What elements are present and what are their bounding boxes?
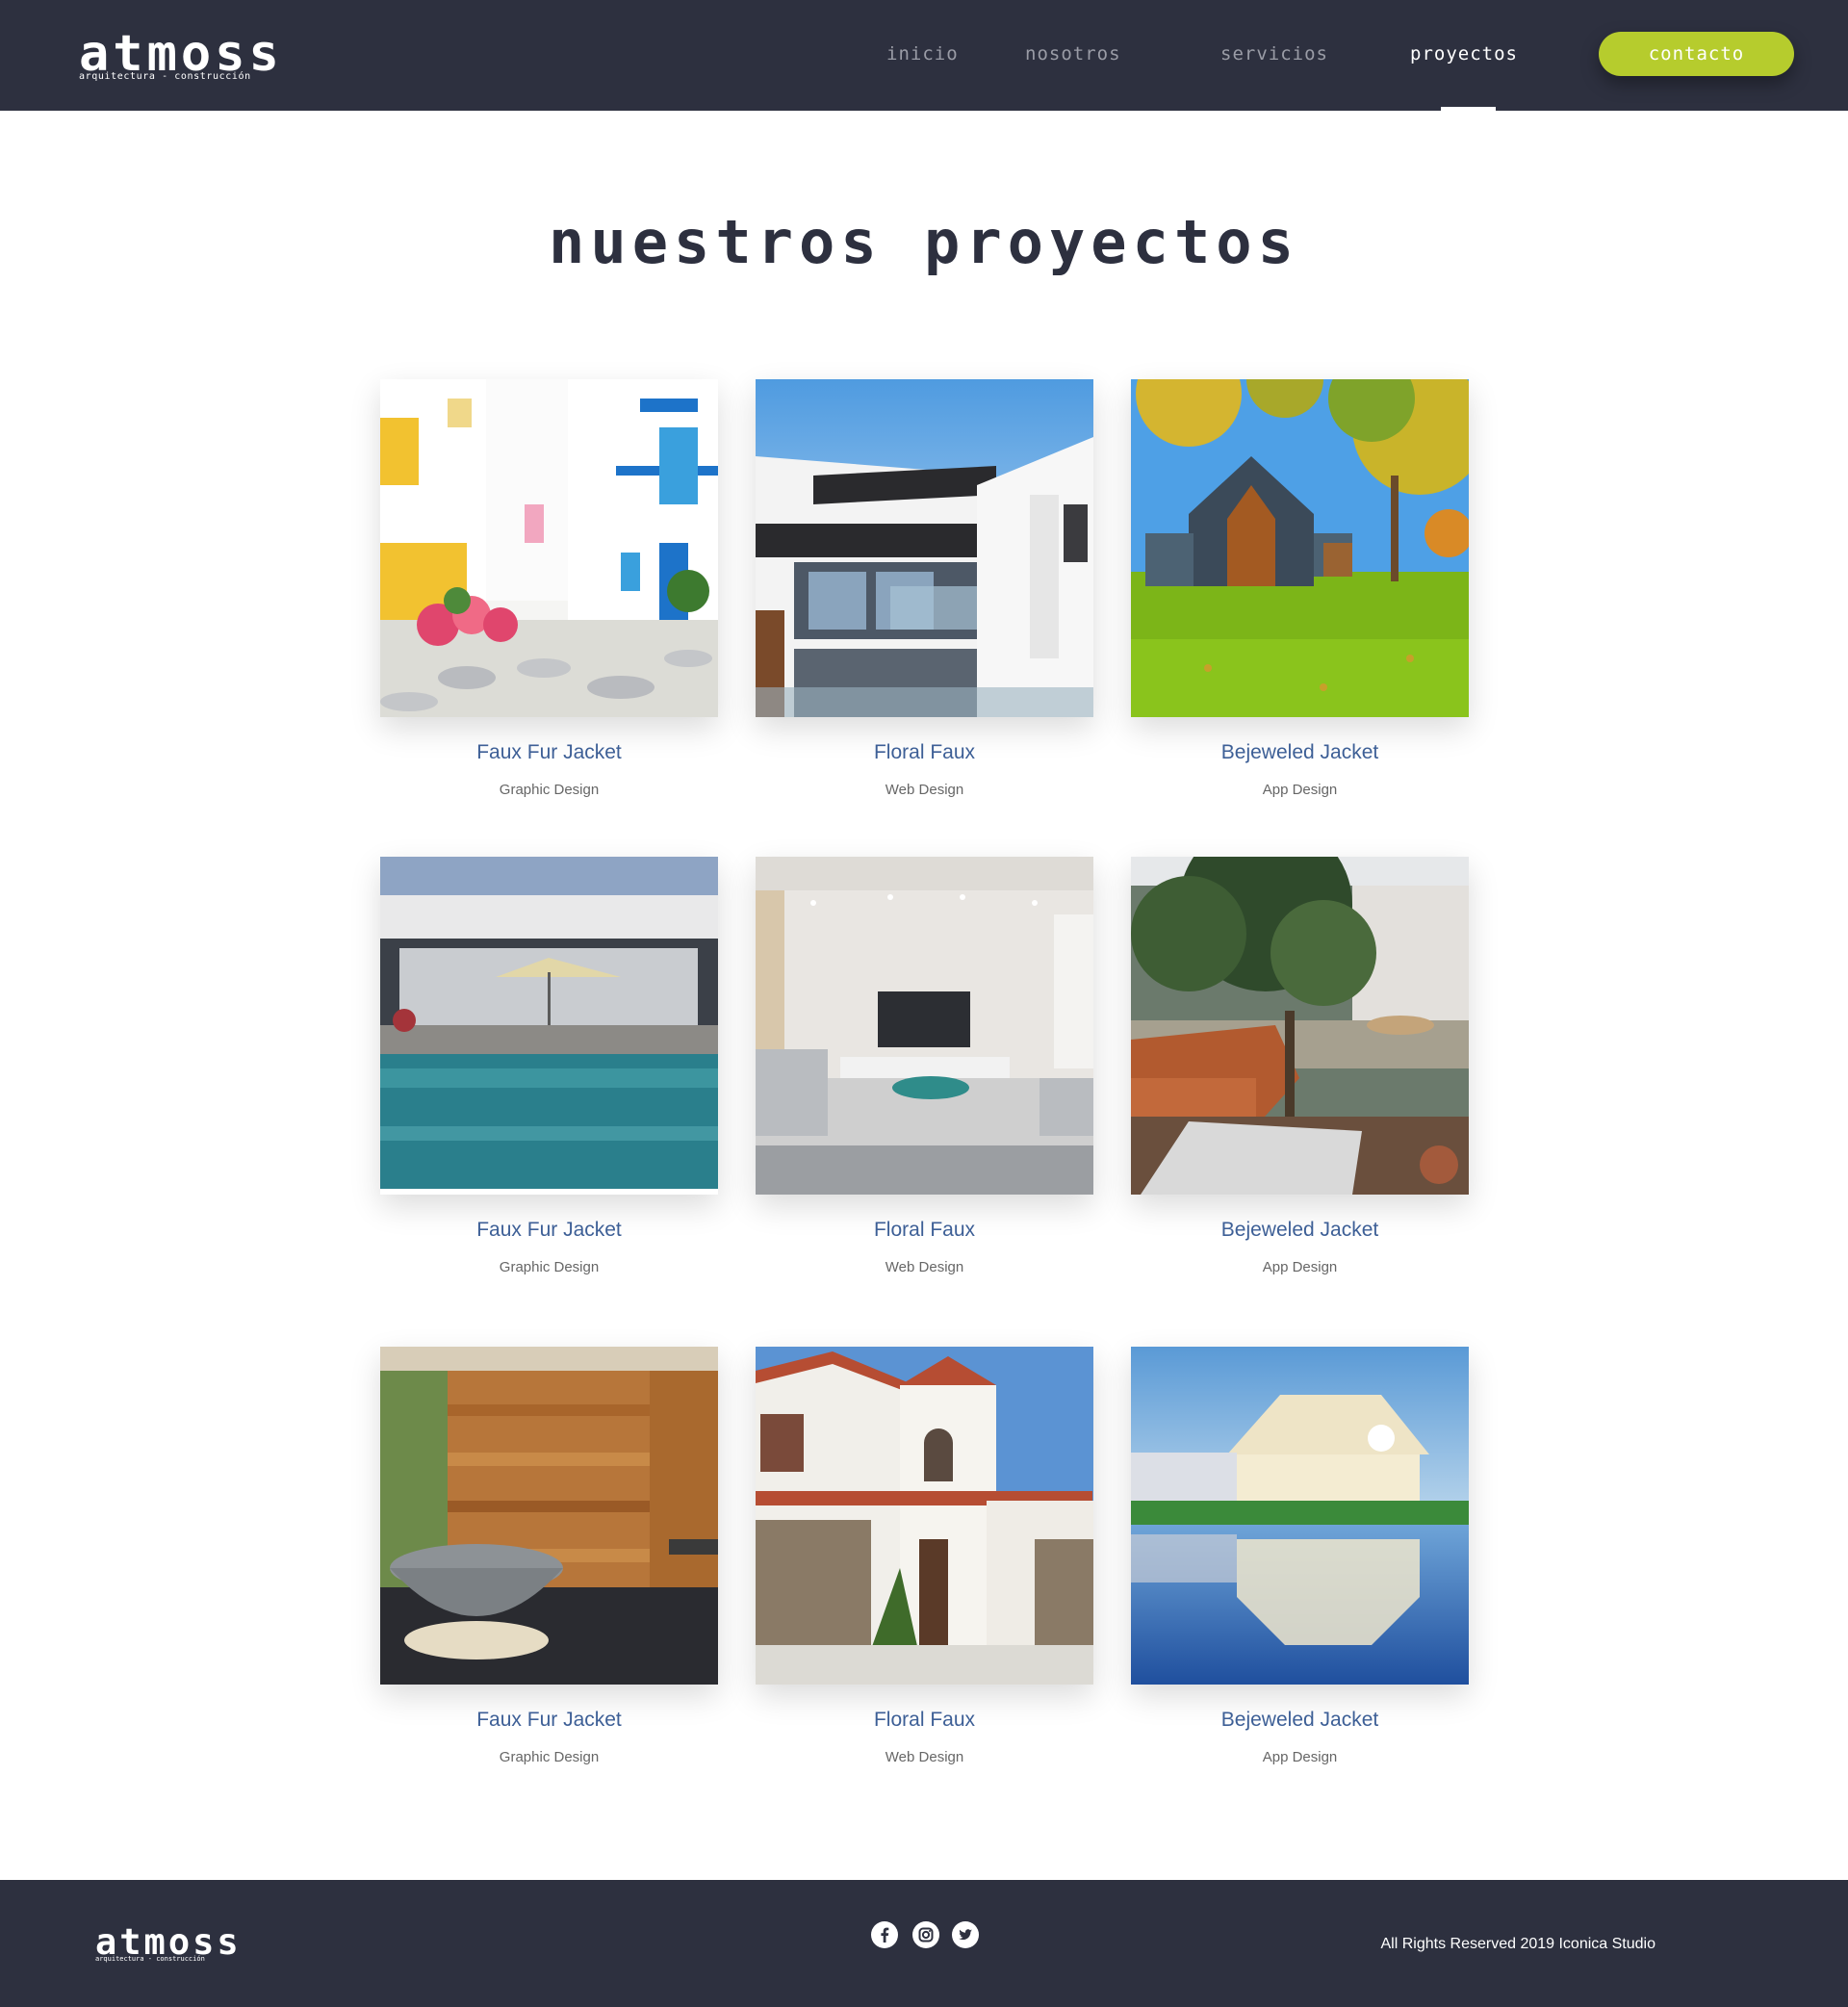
facebook-icon[interactable] [871,1921,898,1948]
project-card[interactable]: Bejeweled Jacket App Design [1131,1347,1469,1765]
project-category: Graphic Design [499,1259,600,1275]
project-title[interactable]: Bejeweled Jacket [1131,1219,1469,1242]
project-title[interactable]: Floral Faux [756,1219,1093,1242]
living-room-photo[interactable] [756,857,1093,1195]
house-autumn-lawn-photo[interactable] [1131,379,1469,717]
project-card[interactable]: Faux Fur Jacket Graphic Design [380,379,718,798]
site-header: atmoss arquitectura - construcción inici… [0,0,1848,111]
nav-item-proyectos[interactable]: proyectos [1410,43,1518,64]
project-category: Web Design [885,1749,964,1765]
footer-brand-tagline: arquitectura - construcción [95,1955,205,1963]
project-card[interactable]: Floral Faux Web Design [756,379,1093,798]
project-category: App Design [1262,1749,1338,1765]
brand-tagline: arquitectura - construcción [79,71,251,82]
project-card[interactable]: Faux Fur Jacket Graphic Design [380,857,718,1275]
project-title[interactable]: Floral Faux [756,1709,1093,1732]
contact-button[interactable]: contacto [1599,32,1794,76]
page-title: nuestros proyectos [549,207,1299,277]
white-blue-street-photo[interactable] [380,379,718,717]
project-title[interactable]: Bejeweled Jacket [1131,741,1469,764]
project-card[interactable]: Bejeweled Jacket App Design [1131,379,1469,798]
nav-item-servicios[interactable]: servicios [1220,43,1328,64]
copyright-text: All Rights Reserved 2019 Iconica Studio [1380,1936,1656,1952]
nav-item-inicio[interactable]: inicio [886,43,959,64]
project-title[interactable]: Faux Fur Jacket [380,1709,718,1732]
project-category: App Design [1262,782,1338,798]
project-title[interactable]: Bejeweled Jacket [1131,1709,1469,1732]
project-category: Web Design [885,782,964,798]
project-card[interactable]: Floral Faux Web Design [756,1347,1093,1765]
patio-sofa-photo[interactable] [1131,857,1469,1195]
twitter-icon[interactable] [952,1921,979,1948]
project-title[interactable]: Faux Fur Jacket [380,741,718,764]
active-nav-indicator [1441,107,1496,111]
project-category: Graphic Design [499,782,600,798]
instagram-icon[interactable] [912,1921,939,1948]
modern-house-photo[interactable] [756,379,1093,717]
project-category: Web Design [885,1259,964,1275]
project-title[interactable]: Floral Faux [756,741,1093,764]
white-villa-photo[interactable] [756,1347,1093,1685]
project-title[interactable]: Faux Fur Jacket [380,1219,718,1242]
brand-logo[interactable]: atmoss arquitectura - construcción [79,29,300,83]
project-card[interactable]: Faux Fur Jacket Graphic Design [380,1347,718,1765]
stone-bathtub-photo[interactable] [380,1347,718,1685]
pool-terrace-photo[interactable] [380,857,718,1195]
project-card[interactable]: Floral Faux Web Design [756,857,1093,1275]
project-card[interactable]: Bejeweled Jacket App Design [1131,857,1469,1275]
nav-item-nosotros[interactable]: nosotros [1025,43,1121,64]
footer-logo[interactable]: atmoss arquitectura - construcción [95,1924,259,1967]
project-category: App Design [1262,1259,1338,1275]
lakeside-house-photo[interactable] [1131,1347,1469,1685]
project-category: Graphic Design [499,1749,600,1765]
